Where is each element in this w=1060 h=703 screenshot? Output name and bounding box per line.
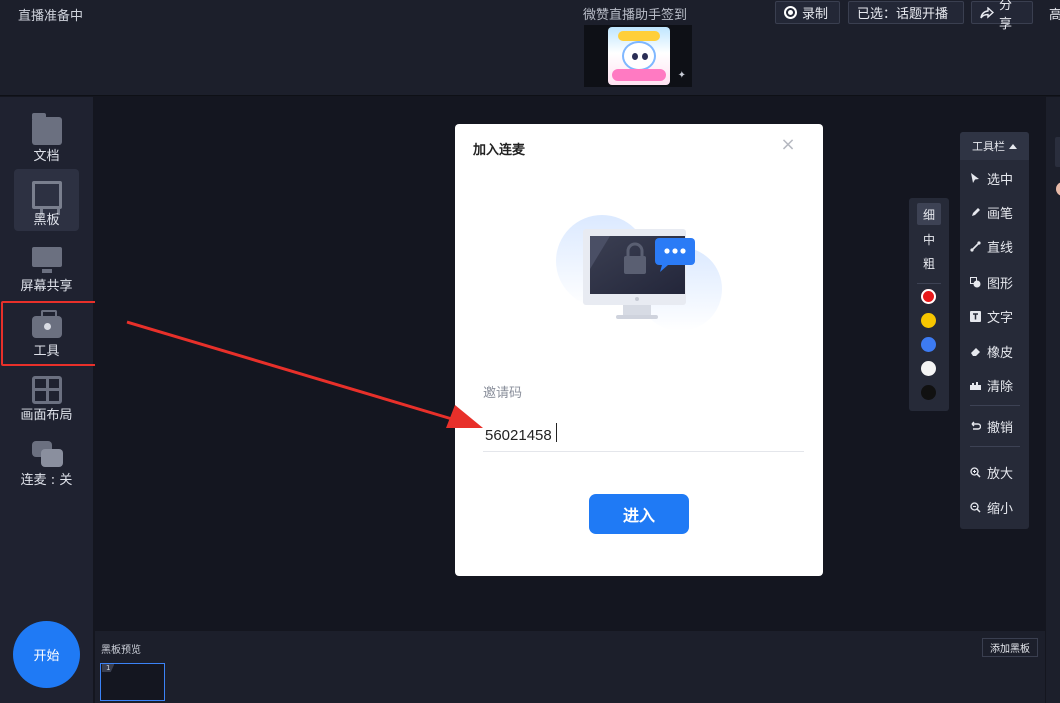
tool-select[interactable]: 选中 — [970, 168, 1028, 188]
sidebar-item-label: 连麦 : 关 — [20, 473, 73, 488]
sidebar-item-layout[interactable]: 画面布局 — [14, 364, 79, 426]
tool-label: 放大 — [987, 466, 1014, 482]
record-button[interactable]: 录制 — [775, 1, 840, 24]
mascot-image — [608, 27, 670, 85]
blackboard-preview-bar: 黑板预览 1 添加黑板 — [95, 631, 1045, 703]
watermark-text: ✦ — [677, 70, 686, 81]
tool-line[interactable]: 直线 — [970, 236, 1028, 256]
color-swatch-yellow[interactable] — [921, 313, 936, 328]
dialog-title: 加入连麦 — [473, 143, 526, 158]
tool-eraser[interactable]: 橡皮 — [970, 341, 1028, 361]
live-status: 直播准备中 — [18, 9, 84, 24]
caret-up-icon — [1009, 143, 1017, 149]
share-label: 分享 — [999, 0, 1013, 32]
text-caret — [556, 423, 557, 442]
color-swatch-black[interactable] — [921, 385, 936, 400]
zoom-out-icon — [970, 501, 981, 513]
size-medium[interactable]: 中 — [917, 228, 941, 250]
tool-label: 选中 — [987, 172, 1014, 188]
thumbnail-number: 1 — [102, 664, 115, 672]
text-icon — [970, 310, 981, 322]
tool-label: 清除 — [987, 379, 1014, 395]
sidebar-item-co-host[interactable]: 连麦 : 关 — [14, 429, 79, 491]
share-icon — [980, 6, 994, 19]
monitor-icon — [32, 247, 62, 273]
top-bar: 直播准备中 微赞直播助手签到 ✦ 录制 已选：话题开播 分享 高 — [0, 0, 1060, 96]
undo-icon — [970, 421, 982, 432]
color-swatch-blue[interactable] — [921, 337, 936, 352]
tool-label: 直线 — [987, 240, 1014, 256]
tool-text[interactable]: 文字 — [970, 306, 1028, 326]
color-swatch-red[interactable] — [921, 289, 936, 304]
record-icon — [784, 6, 797, 19]
preview-label: 黑板预览 — [101, 645, 141, 656]
pen-settings-panel: 细 中 粗 — [909, 198, 949, 411]
tool-label: 图形 — [987, 276, 1014, 292]
toolbar-header[interactable]: 工具栏 — [960, 132, 1029, 160]
tool-undo[interactable]: 撤销 — [970, 416, 1028, 436]
record-label: 录制 — [802, 7, 829, 22]
toolbar-title: 工具栏 — [972, 140, 1005, 153]
left-sidebar: 文档 黑板 屏幕共享 工具 画面布局 连麦 : 关 — [0, 97, 93, 703]
selected-topic-button[interactable]: 已选：话题开播 — [848, 1, 964, 24]
sidebar-item-label: 画面布局 — [20, 408, 73, 423]
folder-icon — [32, 113, 62, 145]
line-icon — [970, 240, 981, 252]
pen-icon — [970, 207, 981, 218]
tool-clear[interactable]: 清除 — [970, 375, 1028, 395]
clear-icon — [970, 380, 981, 391]
tool-zoom-in[interactable]: 放大 — [970, 462, 1028, 482]
size-thin[interactable]: 细 — [917, 203, 941, 225]
cursor-icon — [970, 172, 981, 184]
sidebar-item-label: 黑板 — [33, 213, 60, 228]
sidebar-item-blackboard[interactable]: 黑板 — [14, 169, 79, 231]
camera-preview[interactable]: ✦ — [584, 25, 692, 87]
share-button[interactable]: 分享 — [971, 0, 1033, 32]
sidebar-item-screen-share[interactable]: 屏幕共享 — [14, 235, 79, 297]
locked-monitor-illustration — [550, 209, 730, 334]
start-live-button[interactable]: 开始 — [13, 621, 80, 688]
size-thick[interactable]: 粗 — [917, 252, 941, 274]
join-co-host-dialog: 加入连麦 × 邀请码 56021458 进入 — [455, 124, 823, 576]
tool-zoom-out[interactable]: 缩小 — [970, 497, 1028, 517]
tool-pen[interactable]: 画笔 — [970, 202, 1028, 222]
tool-shape[interactable]: 图形 — [970, 272, 1028, 292]
right-panel-tab[interactable] — [1055, 137, 1060, 167]
sidebar-item-label: 文档 — [33, 149, 60, 164]
highlight-box — [1, 301, 102, 366]
shape-icon — [970, 276, 981, 288]
sidebar-item-label: 屏幕共享 — [20, 279, 73, 294]
avatar — [1056, 182, 1060, 196]
tool-label: 缩小 — [987, 501, 1014, 517]
layout-icon — [32, 376, 62, 404]
blackboard-thumbnail[interactable]: 1 — [100, 663, 165, 701]
tool-label: 文字 — [987, 310, 1014, 326]
color-swatch-white[interactable] — [921, 361, 936, 376]
chat-icon — [32, 441, 63, 469]
selected-topic-label: 已选：话题开播 — [857, 7, 949, 22]
invite-code-input[interactable] — [483, 420, 804, 452]
close-icon[interactable]: × — [779, 136, 797, 154]
blackboard-icon — [32, 181, 62, 215]
enter-button[interactable]: 进入 — [589, 494, 689, 534]
eraser-icon — [970, 346, 981, 357]
sidebar-item-document[interactable]: 文档 — [14, 105, 79, 167]
tool-label: 画笔 — [987, 206, 1014, 222]
add-blackboard-button[interactable]: 添加黑板 — [982, 638, 1038, 657]
zoom-in-icon — [970, 466, 981, 478]
hd-toggle[interactable]: 高 — [1049, 4, 1060, 23]
room-title: 微赞直播助手签到 — [583, 8, 688, 23]
tool-label: 撤销 — [987, 420, 1014, 436]
invite-code-label: 邀请码 — [483, 386, 523, 401]
tool-label: 橡皮 — [987, 345, 1014, 361]
drawing-toolbar: 工具栏 选中 画笔 直线 图形 文字 橡皮 清除 撤销 放大 缩小 — [960, 132, 1029, 529]
right-panel-edge — [1046, 97, 1060, 703]
